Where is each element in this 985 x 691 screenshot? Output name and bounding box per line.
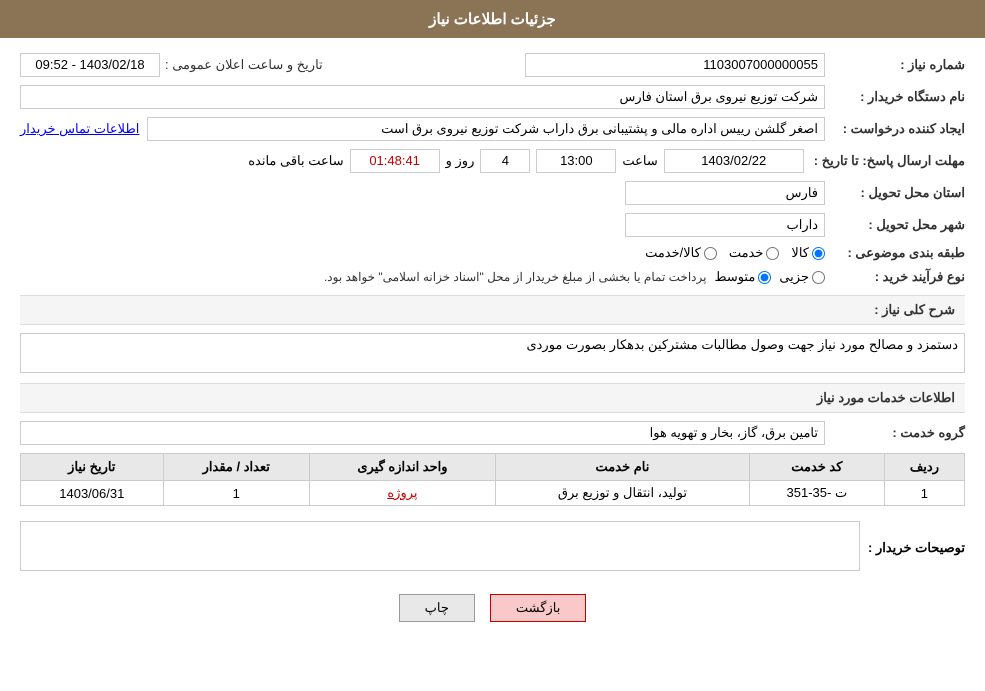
purchase-label-motavset: متوسط <box>714 269 755 285</box>
days-label: روز و <box>446 153 475 169</box>
category-radio-khedmat[interactable] <box>766 247 779 260</box>
deadline-countdown: 01:48:41 <box>350 149 440 173</box>
td-date: 1403/06/31 <box>21 481 164 506</box>
content-area: شماره نیاز : 1103007000000055 تاریخ و سا… <box>0 38 985 652</box>
th-name: نام خدمت <box>496 454 750 481</box>
province-label: استان محل تحویل : <box>825 185 965 201</box>
purchase-option-motavset[interactable]: متوسط <box>714 269 771 285</box>
table-row: 1 ت -35-351 تولید، انتقال و توزیع برق پر… <box>21 481 965 506</box>
need-number-row: شماره نیاز : 1103007000000055 تاریخ و سا… <box>20 53 965 77</box>
category-label-kala: کالا <box>791 245 809 261</box>
service-group-label: گروه خدمت : <box>825 425 965 441</box>
creator-value: اصغر گلشن رییس اداره مالی و پشتیبانی برق… <box>147 117 825 141</box>
page-wrapper: جزئیات اطلاعات نیاز شماره نیاز : 1103007… <box>0 0 985 691</box>
td-row: 1 <box>884 481 964 506</box>
category-label-khedmat: خدمت <box>729 245 764 261</box>
need-number-value: 1103007000000055 <box>525 53 825 77</box>
purchase-option-jozi[interactable]: جزیی <box>779 269 825 285</box>
category-option-kala-khedmat[interactable]: کالا/خدمت <box>645 245 717 261</box>
creator-label: ایجاد کننده درخواست : <box>825 121 965 137</box>
need-description-value-cell: دستمزد و مصالح مورد نیاز جهت وصول مطالبا… <box>20 333 965 373</box>
services-section-title: اطلاعات خدمات مورد نیاز <box>20 383 965 413</box>
deadline-time: 13:00 <box>536 149 616 173</box>
purchase-radio-motavset[interactable] <box>758 271 771 284</box>
service-group-value-cell: تامین برق، گاز، بخار و تهویه هوا <box>20 421 825 445</box>
category-radio-kala[interactable] <box>812 247 825 260</box>
purchase-radio-jozi[interactable] <box>812 271 825 284</box>
contact-info-link[interactable]: اطلاعات تماس خریدار <box>20 121 139 137</box>
buttons-row: بازگشت چاپ <box>20 594 965 622</box>
buyer-org-value-cell: شرکت توزیع نیروی برق استان فارس <box>20 85 825 109</box>
td-unit[interactable]: پروژه <box>309 481 495 506</box>
need-description-value: دستمزد و مصالح مورد نیاز جهت وصول مطالبا… <box>20 333 965 373</box>
th-unit: واحد اندازه گیری <box>309 454 495 481</box>
time-label: ساعت <box>622 153 657 169</box>
category-row: طبقه بندی موضوعی : کالا خدمت کالا/خدمت <box>20 245 965 261</box>
creator-value-cell: اصغر گلشن رییس اداره مالی و پشتیبانی برق… <box>20 117 825 141</box>
category-value-cell: کالا خدمت کالا/خدمت <box>20 245 825 261</box>
th-qty: تعداد / مقدار <box>163 454 309 481</box>
city-value: داراب <box>625 213 825 237</box>
category-radio-group: کالا خدمت کالا/خدمت <box>645 245 825 261</box>
purchase-label-jozi: جزیی <box>779 269 809 285</box>
page-title: جزئیات اطلاعات نیاز <box>429 11 556 28</box>
td-name: تولید، انتقال و توزیع برق <box>496 481 750 506</box>
purchase-option-row1: جزیی متوسط پرداخت تمام یا بخشی از مبلغ خ… <box>324 269 825 285</box>
hours-label: ساعت باقی مانده <box>248 153 343 169</box>
service-group-row: گروه خدمت : تامین برق، گاز، بخار و تهویه… <box>20 421 965 445</box>
city-label: شهر محل تحویل : <box>825 217 965 233</box>
print-button[interactable]: چاپ <box>399 594 475 622</box>
buyer-description-textarea[interactable] <box>20 521 860 571</box>
announce-date-row: تاریخ و ساعت اعلان عمومی : 1403/02/18 - … <box>20 53 323 77</box>
purchase-type-label: نوع فرآیند خرید : <box>825 269 965 285</box>
purchase-type-value-cell: جزیی متوسط پرداخت تمام یا بخشی از مبلغ خ… <box>20 269 825 285</box>
announce-value: 1403/02/18 - 09:52 <box>20 53 160 77</box>
category-label: طبقه بندی موضوعی : <box>825 245 965 261</box>
buyer-description-row: توصیحات خریدار : <box>20 521 965 574</box>
need-description-section-title: شرح کلی نیاز : <box>20 295 965 325</box>
back-button[interactable]: بازگشت <box>490 594 586 622</box>
announce-label: تاریخ و ساعت اعلان عمومی : <box>165 57 323 73</box>
deadline-days: 4 <box>480 149 530 173</box>
category-label-kala-khedmat: کالا/خدمت <box>645 245 701 261</box>
province-value-cell: فارس <box>20 181 825 205</box>
province-value: فارس <box>625 181 825 205</box>
buyer-org-row: نام دستگاه خریدار : شرکت توزیع نیروی برق… <box>20 85 965 109</box>
th-code: کد خدمت <box>749 454 884 481</box>
need-description-row: دستمزد و مصالح مورد نیاز جهت وصول مطالبا… <box>20 333 965 373</box>
td-qty: 1 <box>163 481 309 506</box>
category-radio-kala-khedmat[interactable] <box>704 247 717 260</box>
service-table: ردیف کد خدمت نام خدمت واحد اندازه گیری ت… <box>20 453 965 506</box>
category-option-khedmat[interactable]: خدمت <box>729 245 780 261</box>
city-value-cell: داراب <box>20 213 825 237</box>
response-deadline-label: مهلت ارسال پاسخ: تا تاریخ : <box>804 153 965 169</box>
purchase-type-row: نوع فرآیند خرید : جزیی متوسط پرداخت تمام… <box>20 269 965 285</box>
deadline-date: 1403/02/22 <box>664 149 804 173</box>
table-header-row: ردیف کد خدمت نام خدمت واحد اندازه گیری ت… <box>21 454 965 481</box>
page-header: جزئیات اطلاعات نیاز <box>0 0 985 38</box>
response-deadline-value-cell: 1403/02/22 ساعت 13:00 4 روز و 01:48:41 س… <box>20 149 804 173</box>
buyer-description-value-cell <box>20 521 860 574</box>
need-number-value-cell: 1103007000000055 <box>323 53 825 77</box>
th-date: تاریخ نیاز <box>21 454 164 481</box>
buyer-org-label: نام دستگاه خریدار : <box>825 89 965 105</box>
th-row: ردیف <box>884 454 964 481</box>
buyer-description-label: توصیحات خریدار : <box>860 540 965 556</box>
purchase-note: پرداخت تمام یا بخشی از مبلغ خریدار از مح… <box>324 270 707 284</box>
province-row: استان محل تحویل : فارس <box>20 181 965 205</box>
buyer-org-value: شرکت توزیع نیروی برق استان فارس <box>20 85 825 109</box>
need-number-label: شماره نیاز : <box>825 57 965 73</box>
city-row: شهر محل تحویل : داراب <box>20 213 965 237</box>
creator-row: ایجاد کننده درخواست : اصغر گلشن رییس ادا… <box>20 117 965 141</box>
response-deadline-row: مهلت ارسال پاسخ: تا تاریخ : 1403/02/22 س… <box>20 149 965 173</box>
td-code: ت -35-351 <box>749 481 884 506</box>
category-option-kala[interactable]: کالا <box>791 245 825 261</box>
deadline-inline: 1403/02/22 ساعت 13:00 4 روز و 01:48:41 س… <box>20 149 804 173</box>
purchase-options-group: جزیی متوسط پرداخت تمام یا بخشی از مبلغ خ… <box>324 269 825 285</box>
service-group-value: تامین برق، گاز، بخار و تهویه هوا <box>20 421 825 445</box>
